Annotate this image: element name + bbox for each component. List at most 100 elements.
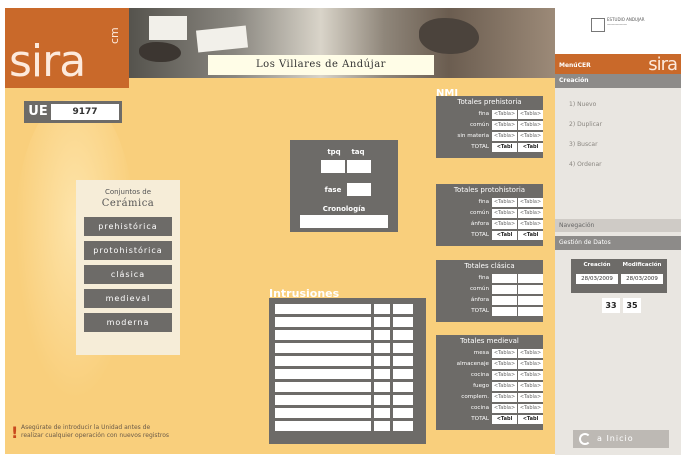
nmi-cell[interactable]: <Tabla> <box>518 209 543 218</box>
nmi-row-label: TOTAL <box>471 308 489 314</box>
nmi-cell[interactable]: <Tabl <box>518 143 543 152</box>
nmi-cell[interactable]: <Tabl <box>492 415 517 424</box>
nmi-cell[interactable]: <Tabla> <box>518 121 543 130</box>
menu-logo: sira <box>648 54 678 75</box>
nmi-panel: Totales clásica fina común ánfora TOTAL <box>436 260 543 322</box>
nmi-cell[interactable] <box>492 307 517 316</box>
nmi-cell[interactable]: <Tabla> <box>492 360 517 369</box>
intrusion-cell[interactable] <box>374 369 390 379</box>
intrusion-cell[interactable] <box>393 304 413 314</box>
intrusion-cell[interactable] <box>275 343 371 353</box>
intrusion-cell[interactable] <box>393 343 413 353</box>
ceramica-title: Cerámica <box>101 198 155 209</box>
intrusion-cell[interactable] <box>393 330 413 340</box>
total-counter: 35 <box>623 298 641 313</box>
intrusion-cell[interactable] <box>374 408 390 418</box>
nmi-cell[interactable] <box>518 274 543 283</box>
ceramica-button-medieval[interactable]: medieval <box>84 289 172 308</box>
intrusion-cell[interactable] <box>374 395 390 405</box>
nmi-cell[interactable]: <Tabl <box>518 231 543 240</box>
nmi-cell[interactable]: <Tabla> <box>518 110 543 119</box>
nmi-cell[interactable]: <Tabl <box>492 143 517 152</box>
inicio-button[interactable]: a Inicio <box>573 430 669 448</box>
menu-item-nuevo[interactable]: 1) Nuevo <box>569 101 596 108</box>
intrusion-cell[interactable] <box>374 343 390 353</box>
nmi-cell[interactable]: <Tabla> <box>518 371 543 380</box>
intrusion-cell[interactable] <box>374 382 390 392</box>
intrusion-cell[interactable] <box>275 304 371 314</box>
intrusion-cell[interactable] <box>393 408 413 418</box>
nmi-cell[interactable]: <Tabla> <box>492 121 517 130</box>
nmi-cell[interactable]: <Tabla> <box>492 198 517 207</box>
nmi-cell[interactable]: <Tabla> <box>492 382 517 391</box>
nmi-cell[interactable] <box>492 285 517 294</box>
nmi-cell[interactable]: <Tabla> <box>518 382 543 391</box>
nmi-cell[interactable]: <Tabla> <box>518 132 543 141</box>
intrusion-cell[interactable] <box>374 356 390 366</box>
nmi-row-label: común <box>469 122 489 128</box>
intrusion-cell[interactable] <box>275 317 371 327</box>
nmi-cell[interactable] <box>492 296 517 305</box>
gestion-datos-section[interactable]: Gestión de Datos <box>555 236 681 250</box>
site-title: Los Villares de Andújar <box>208 55 434 75</box>
fase-input[interactable] <box>347 183 371 196</box>
ceramica-button-clasica[interactable]: clásica <box>84 265 172 284</box>
ceramica-title-small: Conjuntos de <box>104 188 152 196</box>
nmi-cell[interactable]: <Tabla> <box>492 132 517 141</box>
nmi-cell[interactable]: <Tabla> <box>518 360 543 369</box>
menu-item-ordenar[interactable]: 4) Ordenar <box>569 161 602 168</box>
nmi-cell[interactable]: <Tabla> <box>492 393 517 402</box>
navegacion-section[interactable]: Navegación <box>555 219 681 232</box>
nmi-cell[interactable] <box>518 307 543 316</box>
intrusion-cell[interactable] <box>275 330 371 340</box>
nmi-cell[interactable]: <Tabla> <box>492 209 517 218</box>
nmi-cell[interactable]: <Tabl <box>492 231 517 240</box>
ceramica-panel: Conjuntos de Cerámica prehistórica proto… <box>76 180 180 355</box>
intrusion-cell[interactable] <box>374 421 390 431</box>
intrusion-cell[interactable] <box>275 369 371 379</box>
tpq-input[interactable] <box>321 160 345 173</box>
intrusion-cell[interactable] <box>374 330 390 340</box>
nmi-cell[interactable] <box>518 296 543 305</box>
intrusion-cell[interactable] <box>393 382 413 392</box>
nmi-cell[interactable]: <Tabla> <box>492 220 517 229</box>
menu-item-buscar[interactable]: 3) Buscar <box>569 141 598 148</box>
intrusion-cell[interactable] <box>275 356 371 366</box>
nmi-cell[interactable]: <Tabla> <box>492 404 517 413</box>
nmi-cell[interactable]: <Tabla> <box>518 393 543 402</box>
intrusion-cell[interactable] <box>275 395 371 405</box>
intrusion-cell[interactable] <box>393 317 413 327</box>
intrusion-cell[interactable] <box>374 304 390 314</box>
nmi-cell[interactable] <box>518 285 543 294</box>
nmi-panel: Totales medieval mesa <Tabla> <Tabla> almace… <box>436 335 543 430</box>
intrusion-cell[interactable] <box>393 369 413 379</box>
intrusion-cell[interactable] <box>393 356 413 366</box>
nmi-panel-heading: Totales prehistoria <box>457 98 522 106</box>
nmi-cell[interactable]: <Tabla> <box>492 349 517 358</box>
nmi-cell[interactable]: <Tabla> <box>518 198 543 207</box>
nmi-row-label: fina <box>478 199 490 205</box>
ceramica-button-prehistorica[interactable]: prehistórica <box>84 217 172 236</box>
nmi-cell[interactable]: <Tabla> <box>518 220 543 229</box>
nmi-cell[interactable]: <Tabla> <box>492 371 517 380</box>
intrusion-cell[interactable] <box>275 421 371 431</box>
nmi-row-label: común <box>469 286 489 292</box>
intrusion-cell[interactable] <box>393 421 413 431</box>
intrusion-cell[interactable] <box>374 317 390 327</box>
nmi-cell[interactable] <box>492 274 517 283</box>
taq-input[interactable] <box>347 160 371 173</box>
intrusion-cell[interactable] <box>275 382 371 392</box>
ceramica-button-moderna[interactable]: moderna <box>84 313 172 332</box>
ceramica-button-protohistorica[interactable]: protohistórica <box>84 241 172 260</box>
intrusion-cell[interactable] <box>393 395 413 405</box>
intrusion-cell[interactable] <box>275 408 371 418</box>
ue-input[interactable]: 9177 <box>51 104 119 120</box>
nmi-cell[interactable]: <Tabla> <box>518 349 543 358</box>
nmi-cell[interactable]: <Tabl <box>518 415 543 424</box>
nmi-cell[interactable]: <Tabla> <box>492 110 517 119</box>
nmi-panel-heading: Totales protohistoria <box>453 186 526 194</box>
cronologia-input[interactable] <box>300 215 388 228</box>
nmi-cell[interactable]: <Tabla> <box>518 404 543 413</box>
menu-item-duplicar[interactable]: 2) Duplicar <box>569 121 602 128</box>
creacion-section[interactable]: Creación <box>555 74 681 88</box>
